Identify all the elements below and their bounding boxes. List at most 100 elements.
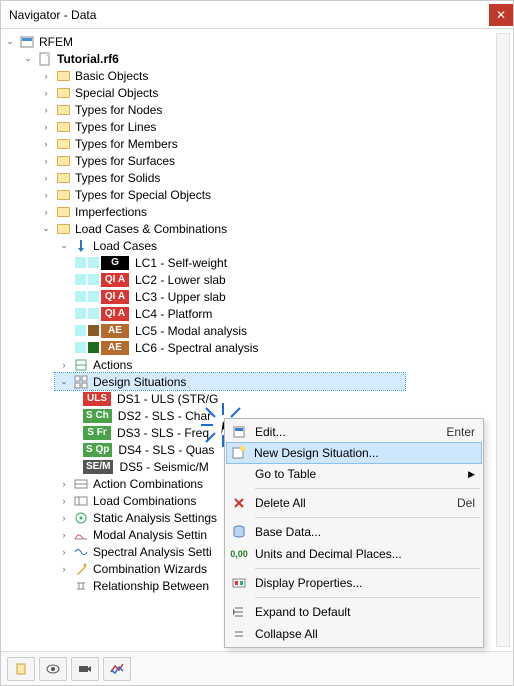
new-icon — [228, 444, 248, 462]
design-situation-row[interactable]: ULS DS1 - ULS (STR/G — [83, 390, 513, 407]
tree-label: Design Situations — [91, 375, 188, 389]
chevron-down-icon[interactable]: ⌄ — [21, 52, 35, 66]
menu-new-design-situation[interactable]: New Design Situation... — [226, 442, 482, 464]
menu-delete-all[interactable]: Delete All Del — [227, 492, 481, 514]
color-swatch-icon — [75, 342, 86, 353]
chevron-right-icon[interactable]: › — [39, 86, 53, 100]
load-case-tag: AE — [101, 341, 129, 355]
item-types-special[interactable]: ›Types for Special Objects — [37, 186, 513, 203]
item-load-cases[interactable]: ⌄Load Cases — [55, 237, 513, 254]
load-case-label: LC5 - Modal analysis — [133, 324, 249, 338]
load-case-row[interactable]: G LC1 - Self-weight — [73, 254, 513, 271]
chevron-right-icon[interactable]: › — [57, 477, 71, 491]
folder-icon — [55, 103, 71, 117]
item-load-cases-combinations[interactable]: ⌄ Load Cases & Combinations — [37, 220, 513, 237]
chevron-down-icon[interactable]: ⌄ — [57, 375, 71, 389]
btn-document[interactable] — [7, 657, 35, 681]
vertical-scrollbar[interactable] — [496, 33, 510, 647]
chevron-right-icon[interactable]: › — [57, 494, 71, 508]
chevron-down-icon[interactable]: ⌄ — [39, 222, 53, 236]
load-case-row[interactable]: QI A LC2 - Lower slab — [73, 271, 513, 288]
item-special-objects[interactable]: ›Special Objects — [37, 84, 513, 101]
menu-accel: Enter — [426, 425, 475, 439]
load-case-row[interactable]: AE LC6 - Spectral analysis — [73, 339, 513, 356]
chevron-right-icon[interactable]: › — [39, 137, 53, 151]
menu-edit[interactable]: Edit... Enter — [227, 421, 481, 443]
chevron-right-icon[interactable]: › — [39, 188, 53, 202]
menu-base-data[interactable]: Base Data... — [227, 521, 481, 543]
ds-label: DS4 - SLS - Quas — [116, 443, 216, 457]
ds-label: DS2 - SLS - Char — [116, 409, 213, 423]
chevron-right-icon[interactable]: › — [39, 154, 53, 168]
menu-collapse[interactable]: Collapse All — [227, 623, 481, 645]
chevron-right-icon[interactable]: › — [57, 562, 71, 576]
folder-icon — [55, 120, 71, 134]
menu-label: Edit... — [255, 425, 426, 439]
load-case-tag: QI A — [101, 307, 129, 321]
chevron-right-icon[interactable]: › — [39, 171, 53, 185]
load-case-row[interactable]: AE LC5 - Modal analysis — [73, 322, 513, 339]
folder-icon — [55, 69, 71, 83]
tree-label: Spectral Analysis Setti — [91, 545, 214, 559]
edit-icon — [229, 423, 249, 441]
menu-separator — [255, 597, 480, 598]
menu-label: Base Data... — [255, 525, 475, 539]
static-icon — [73, 511, 89, 525]
color-swatch-icon — [88, 308, 99, 319]
load-case-row[interactable]: QI A LC4 - Platform — [73, 305, 513, 322]
submenu-arrow-icon: ▶ — [465, 469, 475, 480]
expand-icon — [229, 603, 249, 621]
menu-go-to-table[interactable]: Go to Table ▶ — [227, 463, 481, 485]
chevron-right-icon[interactable]: › — [39, 69, 53, 83]
chevron-right-icon[interactable]: › — [39, 120, 53, 134]
chevron-right-icon[interactable]: › — [57, 358, 71, 372]
chevron-right-icon[interactable]: › — [57, 528, 71, 542]
tree-root-rfem[interactable]: ⌄ RFEM — [1, 33, 513, 50]
item-types-nodes[interactable]: ›Types for Nodes — [37, 101, 513, 118]
menu-accel: Del — [437, 496, 475, 510]
tree-label: Load Cases & Combinations — [73, 222, 229, 236]
folder-icon — [55, 86, 71, 100]
load-case-tag: QI A — [101, 273, 129, 287]
chevron-right-icon[interactable]: › — [57, 511, 71, 525]
ds-tag: ULS — [83, 392, 111, 406]
tree-label: Combination Wizards — [91, 562, 209, 576]
tree-label: Basic Objects — [73, 69, 150, 83]
btn-camera[interactable] — [71, 657, 99, 681]
color-swatch-icon — [88, 274, 99, 285]
chevron-down-icon[interactable]: ⌄ — [3, 35, 17, 49]
color-swatch-icon — [88, 291, 99, 302]
color-swatch-icon — [88, 257, 99, 268]
item-actions[interactable]: ›Actions — [55, 356, 513, 373]
item-imperfections[interactable]: ›Imperfections — [37, 203, 513, 220]
item-types-solids[interactable]: › Types for Solids — [37, 169, 513, 186]
file-icon — [37, 52, 53, 66]
menu-units[interactable]: 0,00 Units and Decimal Places... — [227, 543, 481, 565]
item-design-situations[interactable]: ⌄ Design Situations — [55, 373, 405, 390]
scroll-thumb[interactable] — [497, 34, 509, 646]
chevron-right-icon[interactable]: › — [57, 545, 71, 559]
item-types-lines[interactable]: ›Types for Lines — [37, 118, 513, 135]
chevron-right-icon[interactable]: › — [39, 205, 53, 219]
spectral-icon — [73, 545, 89, 559]
tree-file[interactable]: ⌄ Tutorial.rf6 — [19, 50, 513, 67]
ds-label: DS5 - Seismic/M — [117, 460, 210, 474]
menu-separator — [255, 517, 480, 518]
menu-label: Display Properties... — [255, 576, 475, 590]
menu-expand[interactable]: Expand to Default — [227, 601, 481, 623]
close-button[interactable]: ✕ — [489, 4, 513, 26]
chevron-down-icon[interactable]: ⌄ — [57, 239, 71, 253]
btn-eye[interactable] — [39, 657, 67, 681]
load-case-row[interactable]: QI A LC3 - Upper slab — [73, 288, 513, 305]
item-types-members[interactable]: ›Types for Members — [37, 135, 513, 152]
item-basic-objects[interactable]: › Basic Objects — [37, 67, 513, 84]
color-swatch-icon — [75, 291, 86, 302]
item-types-surfaces[interactable]: ›Types for Surfaces — [37, 152, 513, 169]
tree-label: Relationship Between — [91, 579, 211, 593]
menu-display-properties[interactable]: Display Properties... — [227, 572, 481, 594]
tree-label: Static Analysis Settings — [91, 511, 219, 525]
tree-label: Types for Solids — [73, 171, 162, 185]
chevron-right-icon[interactable]: › — [39, 103, 53, 117]
tree-file-label: Tutorial.rf6 — [55, 52, 121, 66]
btn-chart[interactable] — [103, 657, 131, 681]
